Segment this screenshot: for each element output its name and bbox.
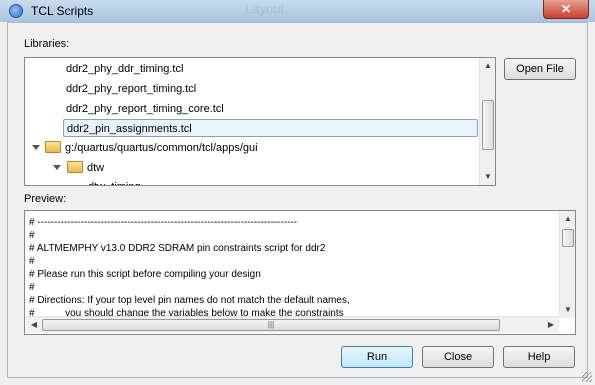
open-file-button[interactable]: Open File — [504, 58, 576, 80]
tree-item-ddr2-phy-report-timing-core[interactable]: ddr2_phy_report_timing_core.tcl — [66, 100, 224, 118]
preview-label: Preview: — [24, 193, 67, 205]
tree-folder-dtw[interactable]: dtw — [67, 159, 104, 177]
scroll-down-arrow-icon[interactable]: ▼ — [560, 302, 575, 318]
scroll-thumb[interactable]: ||| — [42, 319, 500, 331]
close-button[interactable]: Close — [422, 346, 494, 368]
scroll-down-arrow-icon[interactable]: ▼ — [480, 169, 495, 185]
preview-vertical-scrollbar[interactable]: ▲ ▼ — [559, 211, 575, 318]
preview-line: # --------------------------------------… — [29, 217, 298, 228]
expand-triangle-icon[interactable] — [53, 165, 61, 170]
app-icon — [9, 4, 23, 18]
preview-text-area[interactable]: # --------------------------------------… — [24, 210, 576, 335]
scroll-right-arrow-icon[interactable]: ▶ — [543, 317, 559, 333]
tree-folder-dtw-label: dtw — [87, 162, 105, 174]
preview-horizontal-scrollbar[interactable]: ◀ ||| ▶ — [26, 316, 559, 333]
expand-triangle-icon[interactable] — [32, 145, 40, 150]
window-title: TCL Scripts — [31, 4, 94, 18]
preview-line: # — [29, 230, 35, 241]
background-window-text: Layout — [245, 1, 285, 16]
scroll-thumb[interactable] — [482, 100, 494, 150]
scroll-up-arrow-icon[interactable]: ▲ — [480, 58, 495, 74]
preview-line: # Please run this script before compilin… — [29, 269, 261, 280]
scroll-thumb[interactable] — [562, 229, 574, 247]
libraries-label: Libraries: — [24, 38, 70, 50]
scroll-left-arrow-icon[interactable]: ◀ — [26, 317, 42, 333]
window-close-button[interactable]: ✕ — [543, 0, 589, 19]
tree-item-dtw-timing[interactable]: dtw_timing... — [88, 178, 150, 185]
libraries-vertical-scrollbar[interactable]: ▲ ▼ — [479, 58, 495, 185]
tree-folder-gui-label: g:/quartus/quartus/common/tcl/apps/gui — [65, 142, 258, 154]
preview-line: # ALTMEMPHY v13.0 DDR2 SDRAM pin constra… — [29, 243, 326, 254]
tree-item-ddr2-phy-report-timing[interactable]: ddr2_phy_report_timing.tcl — [66, 80, 196, 98]
scroll-up-arrow-icon[interactable]: ▲ — [560, 211, 575, 227]
folder-icon — [67, 161, 83, 173]
preview-line: # Directions: If your top level pin name… — [29, 295, 350, 306]
folder-icon — [45, 141, 61, 153]
tree-item-ddr2-pin-assignments[interactable]: ddr2_pin_assignments.tcl — [63, 119, 478, 137]
resize-grip-icon[interactable] — [582, 372, 592, 382]
run-button[interactable]: Run — [341, 346, 413, 368]
help-button[interactable]: Help — [503, 346, 575, 368]
tree-folder-gui[interactable]: g:/quartus/quartus/common/tcl/apps/gui — [45, 139, 258, 157]
libraries-tree[interactable]: ddr2_phy_ddr_timing.tcl ddr2_phy_report_… — [24, 57, 496, 186]
preview-line: # — [29, 282, 35, 293]
title-bar: TCL Scripts Layout — [0, 0, 595, 22]
tree-item-ddr2-phy-ddr-timing[interactable]: ddr2_phy_ddr_timing.tcl — [66, 60, 183, 78]
preview-line: # — [29, 256, 35, 267]
